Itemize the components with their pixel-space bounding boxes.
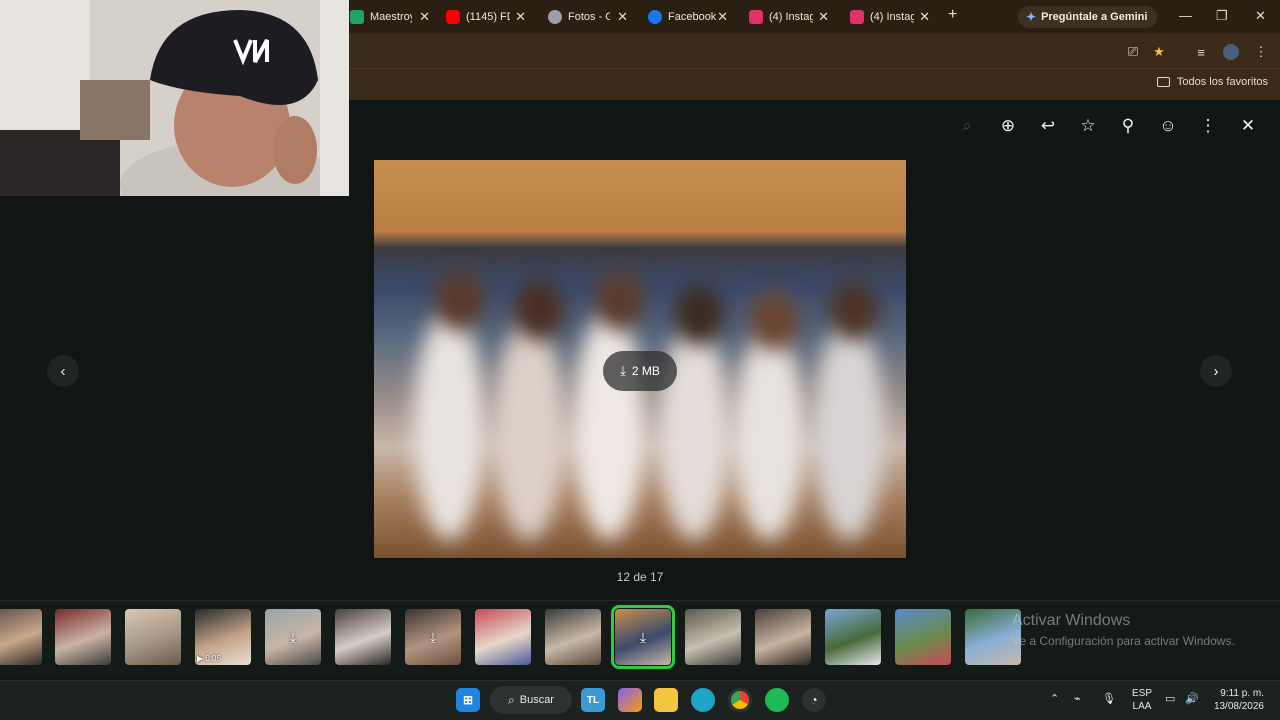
thumbnail[interactable] — [755, 609, 811, 665]
restore-icon[interactable]: ❐ — [1216, 8, 1228, 24]
tab-facebook[interactable]: Facebook ✕ — [648, 6, 728, 28]
tray-overflow-icon[interactable]: ⌃ — [1050, 692, 1059, 705]
tab-title: Maestroy — [370, 11, 412, 23]
thumbnail[interactable] — [55, 609, 111, 665]
language-code: ESP — [1132, 688, 1153, 699]
webcam-person-image — [0, 0, 349, 196]
previous-button[interactable]: ‹ — [47, 355, 79, 387]
network-icon[interactable]: ⌁ — [1074, 692, 1081, 705]
profile-avatar[interactable] — [1223, 44, 1239, 60]
microphone-icon[interactable]: 🎙 — [1102, 692, 1116, 705]
keyboard-layout: LAA — [1132, 701, 1152, 712]
gemini-label: Pregúntale a Gemini — [1041, 11, 1148, 23]
spotify-icon[interactable] — [765, 688, 789, 712]
close-icon[interactable]: ✕ — [818, 9, 829, 25]
media-controls-icon[interactable]: ≡ — [1193, 44, 1209, 60]
thumbnail[interactable]: ▶ 0:05 — [195, 609, 251, 665]
copilot-icon[interactable] — [618, 688, 642, 712]
gemini-sparkle-icon: ✦ — [1026, 10, 1037, 24]
webcam-overlay — [0, 0, 349, 196]
close-icon[interactable]: ✕ — [617, 9, 628, 25]
install-app-icon[interactable]: ⎚ — [1125, 44, 1141, 60]
instagram-icon — [850, 10, 864, 24]
taskbar-search[interactable]: ⌕ Buscar — [490, 686, 572, 714]
file-explorer-icon[interactable] — [654, 688, 678, 712]
browser-menu-icon[interactable]: ⋮ — [1253, 44, 1269, 60]
folder-icon — [1156, 77, 1170, 87]
all-bookmarks-label: Todos los favoritos — [1176, 76, 1268, 88]
language-indicator[interactable]: ESP LAA — [1132, 687, 1152, 713]
thumbnail[interactable] — [0, 609, 42, 665]
clock-time: 9:11 p. m. — [1220, 688, 1264, 699]
minimize-icon[interactable]: — — [1179, 8, 1192, 23]
windows-start-icon[interactable]: ⊞ — [456, 688, 480, 712]
bookmark-star-icon[interactable]: ★ — [1151, 44, 1167, 60]
thumbnail[interactable] — [475, 609, 531, 665]
download-icon: ⤓ — [289, 628, 297, 645]
search-label: Buscar — [519, 694, 554, 706]
tab-instagram-1[interactable]: (4) Instag ✕ — [749, 6, 829, 28]
tab-title: (1145) FD — [466, 11, 510, 23]
tab-title: Facebook — [668, 11, 716, 23]
close-viewer-icon[interactable]: ✕ — [1238, 116, 1258, 136]
close-icon[interactable]: ✕ — [419, 9, 430, 25]
globe-icon — [548, 10, 562, 24]
thumbnail[interactable]: ⤓ — [405, 609, 461, 665]
all-bookmarks-button[interactable]: Todos los favoritos — [1156, 76, 1268, 88]
chrome-icon[interactable] — [728, 688, 752, 712]
close-icon[interactable]: ✕ — [919, 9, 930, 25]
timer-app-icon[interactable]: ◔ — [802, 688, 826, 712]
tab-youtube[interactable]: (1145) FD ✕ — [446, 6, 526, 28]
display-icon[interactable]: ▭ — [1165, 692, 1175, 705]
more-options-icon[interactable]: ⋮ — [1198, 116, 1218, 136]
reply-icon[interactable]: ↩ — [1038, 116, 1058, 136]
emoji-icon[interactable]: ☺ — [1158, 116, 1178, 136]
tl-app-icon[interactable]: TL — [581, 688, 605, 712]
new-tab-button[interactable]: + — [948, 6, 957, 24]
youtube-icon — [446, 10, 460, 24]
search-icon: ⌕ — [508, 692, 515, 707]
system-clock[interactable]: 9:11 p. m. 13/08/2026 — [1214, 687, 1264, 713]
close-icon[interactable]: ✕ — [717, 9, 728, 25]
thumbnail[interactable] — [895, 609, 951, 665]
media-counter: 12 de 17 — [616, 570, 664, 584]
download-icon: ⤓ — [620, 363, 626, 378]
edge-icon[interactable] — [691, 688, 715, 712]
thumbnail[interactable] — [825, 609, 881, 665]
tab-title: (4) Instag — [769, 11, 813, 23]
thumbnail[interactable] — [545, 609, 601, 665]
close-icon[interactable]: ✕ — [515, 9, 526, 25]
zoom-out-icon[interactable]: ⌕ — [957, 116, 977, 136]
instagram-icon — [749, 10, 763, 24]
screen: Maestroy ✕ (1145) FD ✕ Fotos - G ✕ Faceb… — [0, 0, 1280, 720]
tab-title: (4) Instag — [870, 11, 914, 23]
tab-maestroy[interactable]: Maestroy ✕ — [350, 6, 430, 28]
download-size: 2 MB — [631, 364, 660, 378]
facebook-icon — [648, 10, 662, 24]
thumbnail[interactable] — [685, 609, 741, 665]
thumbnail-selected[interactable]: ⤓ — [611, 605, 675, 669]
thumbnail[interactable] — [125, 609, 181, 665]
activation-watermark-title: Activar Windows — [1012, 612, 1131, 629]
next-button[interactable]: › — [1200, 355, 1232, 387]
volume-icon[interactable]: 🔊 — [1185, 692, 1199, 705]
download-icon: ⤓ — [639, 628, 647, 645]
tab-fotos[interactable]: Fotos - G ✕ — [548, 6, 628, 28]
clock-date: 13/08/2026 — [1213, 701, 1264, 712]
tab-title: Fotos - G — [568, 11, 610, 23]
thumbnail[interactable] — [335, 609, 391, 665]
download-button[interactable]: ⤓ 2 MB — [603, 351, 677, 391]
star-icon[interactable]: ☆ — [1078, 116, 1098, 136]
video-duration: ▶ 0:05 — [197, 654, 221, 663]
zoom-in-icon[interactable]: ⊕ — [998, 116, 1018, 136]
gemini-button[interactable]: ✦ Pregúntale a Gemini — [1018, 6, 1158, 28]
window-close-icon[interactable]: ✕ — [1255, 8, 1266, 24]
green-x-icon — [350, 10, 364, 24]
tab-instagram-2[interactable]: (4) Instag ✕ — [850, 6, 930, 28]
download-icon: ⤓ — [429, 628, 437, 645]
activation-watermark-subtitle: Ve a Configuración para activar Windows. — [1012, 634, 1235, 648]
pin-icon[interactable]: ⚲ — [1118, 116, 1138, 136]
thumbnail[interactable]: ⤓ — [265, 609, 321, 665]
